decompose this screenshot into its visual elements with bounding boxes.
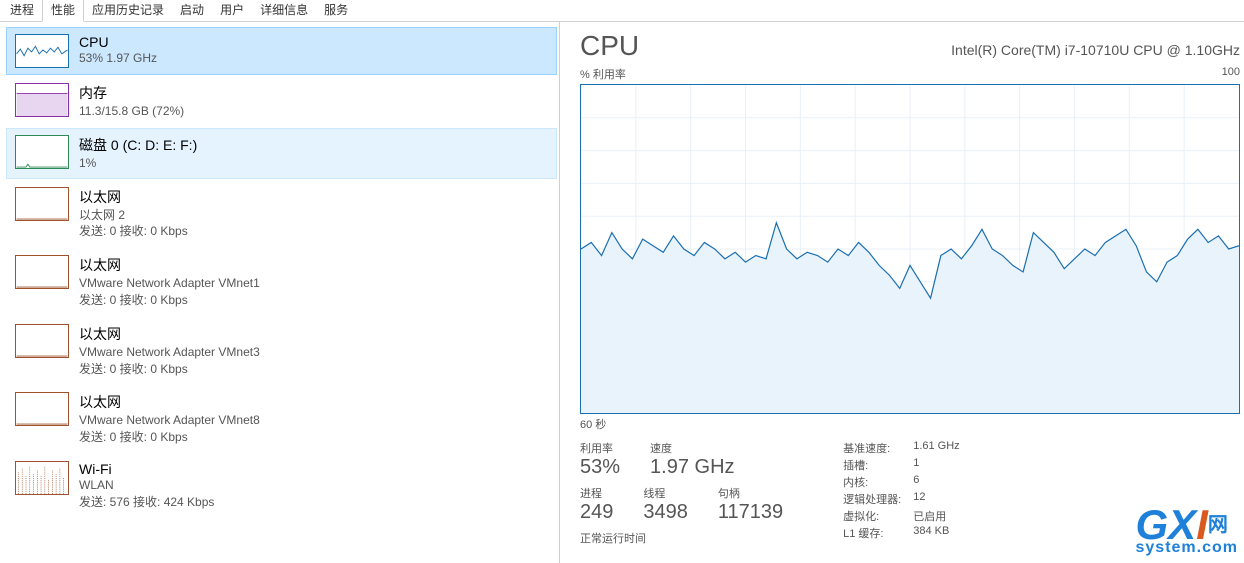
- spec-value: 12: [913, 491, 959, 507]
- tab-users[interactable]: 用户: [212, 0, 252, 21]
- sidebar-item-net-3[interactable]: 以太网以太网 2发送: 0 接收: 0 Kbps: [6, 180, 557, 248]
- tab-app-history[interactable]: 应用历史记录: [84, 0, 172, 21]
- sidebar-item-sub1: 11.3/15.8 GB (72%): [79, 103, 184, 120]
- sidebar-item-net-4[interactable]: 以太网VMware Network Adapter VMnet1发送: 0 接收…: [6, 248, 557, 316]
- disk-thumb-icon: [15, 135, 69, 169]
- sidebar-item-title: 以太网: [79, 392, 260, 412]
- sidebar-item-title: 以太网: [79, 324, 260, 344]
- tab-details[interactable]: 详细信息: [252, 0, 316, 21]
- stat-proc-value: 249: [580, 501, 613, 524]
- stat-thread-value: 3498: [643, 501, 688, 524]
- sidebar-item-sub2: 发送: 0 接收: 0 Kbps: [79, 223, 188, 240]
- stat-speed-value: 1.97 GHz: [650, 456, 734, 479]
- sidebar-item-sub2: 发送: 0 接收: 0 Kbps: [79, 292, 260, 309]
- stat-proc-label: 进程: [580, 485, 613, 501]
- tab-bar: 进程 性能 应用历史记录 启动 用户 详细信息 服务: [0, 0, 1244, 22]
- sidebar-item-sub1: VMware Network Adapter VMnet8: [79, 412, 260, 429]
- sidebar-item-sub1: WLAN: [79, 477, 214, 494]
- spec-key: 插槽:: [843, 457, 901, 473]
- cpu-spec-grid: 基准速度: 1.61 GHz 插槽: 1 内核: 6 逻辑处理器: 12 虚拟化: 已启用 L1 缓…: [843, 440, 960, 546]
- spec-value: 1: [913, 457, 959, 473]
- stat-util-label: 利用率: [580, 440, 620, 456]
- cpu-model-name: Intel(R) Core(TM) i7-10710U CPU @ 1.10GH…: [951, 42, 1240, 58]
- spec-value: 已启用: [913, 508, 959, 524]
- cpu-usage-chart: [580, 84, 1240, 414]
- sidebar-item-title: Wi-Fi: [79, 461, 214, 477]
- resource-sidebar[interactable]: CPU53% 1.97 GHz内存11.3/15.8 GB (72%)磁盘 0 …: [0, 22, 560, 563]
- sidebar-item-title: 内存: [79, 83, 184, 103]
- stat-thread-label: 线程: [643, 485, 688, 501]
- spec-key: 虚拟化:: [843, 508, 901, 524]
- detail-title: CPU: [580, 30, 639, 62]
- stat-handle-value: 117139: [718, 501, 783, 524]
- sidebar-item-title: 以太网: [79, 255, 260, 275]
- mem-thumb-icon: [15, 83, 69, 117]
- sidebar-item-title: 以太网: [79, 187, 188, 207]
- net-thumb-icon: [15, 461, 69, 495]
- chart-y-max: 100: [1222, 66, 1240, 82]
- stat-util-value: 53%: [580, 456, 620, 479]
- tab-startup[interactable]: 启动: [172, 0, 212, 21]
- sidebar-item-net-5[interactable]: 以太网VMware Network Adapter VMnet3发送: 0 接收…: [6, 317, 557, 385]
- sidebar-item-net-6[interactable]: 以太网VMware Network Adapter VMnet8发送: 0 接收…: [6, 385, 557, 453]
- stat-handle-label: 句柄: [718, 485, 783, 501]
- sidebar-item-mem-1[interactable]: 内存11.3/15.8 GB (72%): [6, 76, 557, 127]
- sidebar-item-sub2: 发送: 576 接收: 424 Kbps: [79, 494, 214, 511]
- sidebar-item-sub1: VMware Network Adapter VMnet3: [79, 344, 260, 361]
- net-thumb-icon: [15, 255, 69, 289]
- cpu-thumb-icon: [15, 34, 69, 68]
- chart-y-label: % 利用率: [580, 66, 626, 82]
- uptime-label: 正常运行时间: [580, 530, 783, 546]
- spec-key: L1 缓存:: [843, 525, 901, 541]
- spec-key: 内核:: [843, 474, 901, 490]
- spec-value: 6: [913, 474, 959, 490]
- sidebar-item-title: CPU: [79, 34, 157, 50]
- sidebar-item-sub2: 发送: 0 接收: 0 Kbps: [79, 429, 260, 446]
- net-thumb-icon: [15, 324, 69, 358]
- spec-key: 基准速度:: [843, 440, 901, 456]
- sidebar-item-net-7[interactable]: Wi-FiWLAN发送: 576 接收: 424 Kbps: [6, 454, 557, 518]
- sidebar-item-sub1: VMware Network Adapter VMnet1: [79, 275, 260, 292]
- tab-processes[interactable]: 进程: [2, 0, 42, 21]
- tab-services[interactable]: 服务: [316, 0, 356, 21]
- sidebar-item-sub2: 发送: 0 接收: 0 Kbps: [79, 361, 260, 378]
- chart-x-label: 60 秒: [580, 416, 1244, 432]
- sidebar-item-sub1: 53% 1.97 GHz: [79, 50, 157, 67]
- detail-panel: CPU Intel(R) Core(TM) i7-10710U CPU @ 1.…: [560, 22, 1244, 563]
- sidebar-item-disk-2[interactable]: 磁盘 0 (C: D: E: F:)1%: [6, 128, 557, 179]
- net-thumb-icon: [15, 187, 69, 221]
- sidebar-item-title: 磁盘 0 (C: D: E: F:): [79, 135, 197, 155]
- tab-performance[interactable]: 性能: [42, 0, 84, 22]
- sidebar-item-sub1: 以太网 2: [79, 207, 188, 224]
- spec-value: 1.61 GHz: [913, 440, 959, 456]
- sidebar-item-sub1: 1%: [79, 155, 197, 172]
- sidebar-item-cpu-0[interactable]: CPU53% 1.97 GHz: [6, 27, 557, 75]
- spec-value: 384 KB: [913, 525, 959, 541]
- stat-speed-label: 速度: [650, 440, 734, 456]
- net-thumb-icon: [15, 392, 69, 426]
- spec-key: 逻辑处理器:: [843, 491, 901, 507]
